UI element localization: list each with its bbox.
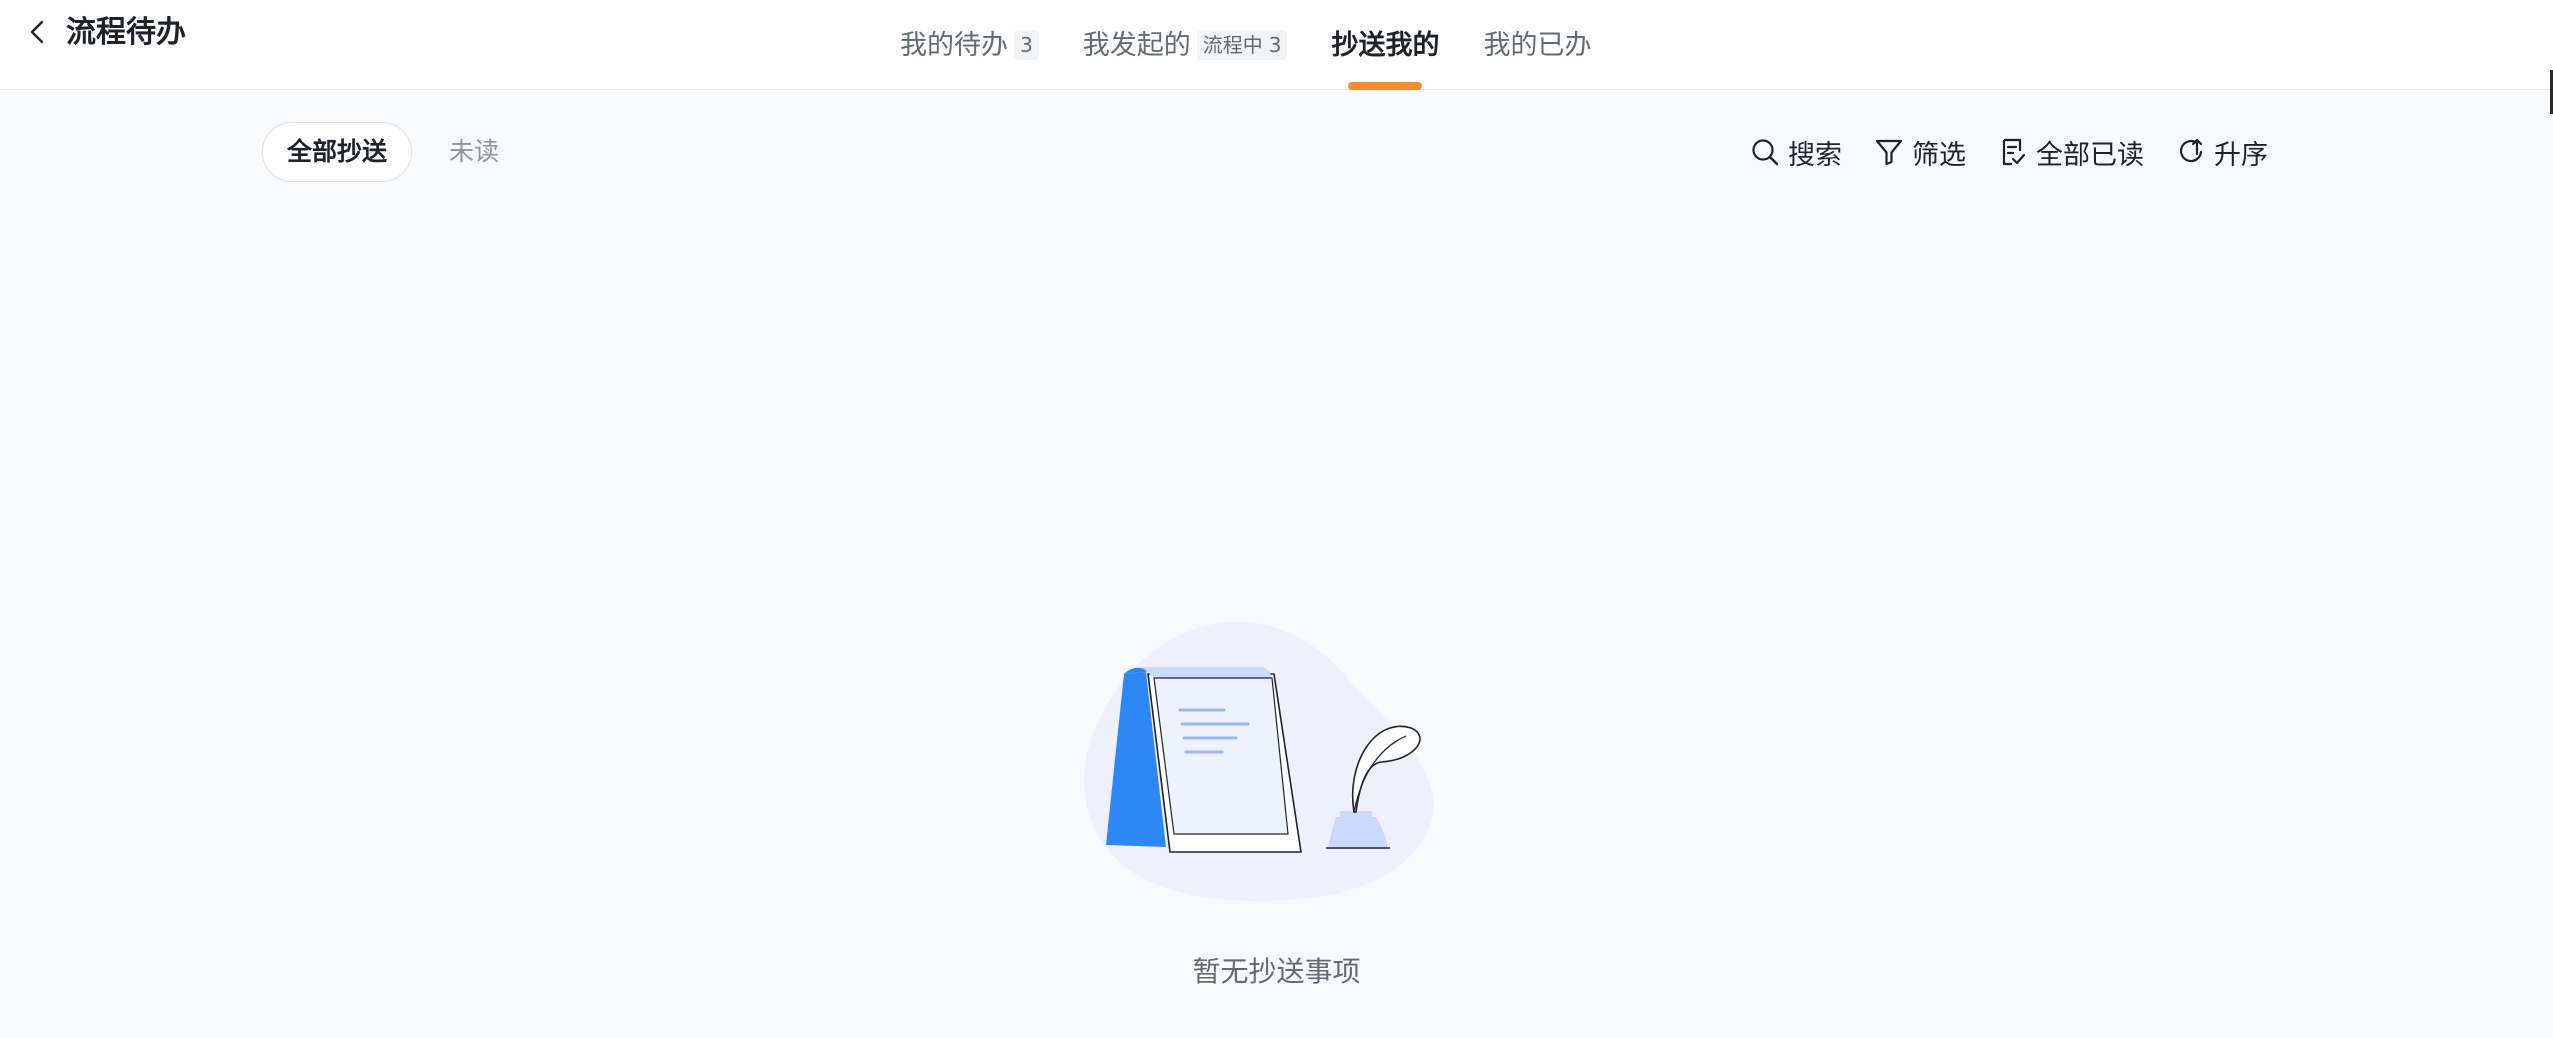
tab-bar: 我的待办 3 我发起的 流程中 3 抄送我的 我的已办 (900, 0, 1635, 90)
chevron-left-icon (30, 20, 44, 44)
filter-button[interactable]: 筛选 (1874, 133, 1966, 172)
tab-label: 我发起的 (1082, 30, 1191, 61)
back-button[interactable] (22, 14, 52, 50)
tab-my-todo[interactable]: 我的待办 3 (900, 0, 1039, 90)
sort-ascending-button[interactable]: 升序 (2176, 133, 2268, 172)
filter-segment: 全部抄送 未读 (262, 122, 524, 182)
tab-my-done[interactable]: 我的已办 (1483, 0, 1591, 90)
mark-read-icon (2002, 138, 2026, 166)
mark-all-read-button[interactable]: 全部已读 (1998, 133, 2144, 172)
filter-all-cc-button[interactable]: 全部抄送 (262, 122, 413, 182)
active-tab-indicator (1348, 82, 1423, 90)
search-button[interactable]: 搜索 (1750, 133, 1842, 172)
page-title: 流程待办 (66, 15, 186, 50)
toolbar-actions: 搜索 筛选 全部已读 升序 (1718, 122, 2268, 182)
count-badge: 流程中 3 (1196, 30, 1288, 60)
sort-icon (2180, 138, 2203, 163)
search-icon (1752, 139, 1779, 166)
tab-cc-me[interactable]: 抄送我的 (1331, 0, 1439, 90)
tab-my-initiated[interactable]: 我发起的 流程中 3 (1083, 0, 1288, 90)
filter-unread-button[interactable]: 未读 (424, 122, 524, 182)
tab-label: 我的已办 (1483, 30, 1592, 61)
tab-label: 我的待办 (900, 30, 1008, 61)
empty-illustration (1076, 612, 1466, 912)
filter-icon (1875, 139, 1903, 166)
count-badge: 3 (1014, 30, 1039, 60)
empty-state-text: 暂无抄送事项 (1192, 955, 1361, 988)
notebook-quill-illustration (1084, 621, 1434, 901)
page-header: 流程待办 我的待办 3 我发起的 流程中 3 抄送我的 我的已办 (0, 0, 2553, 90)
toolbar: 全部抄送 未读 搜索 筛选 全部已读 升序 (262, 122, 2268, 182)
tab-label: 抄送我的 (1331, 30, 1440, 61)
